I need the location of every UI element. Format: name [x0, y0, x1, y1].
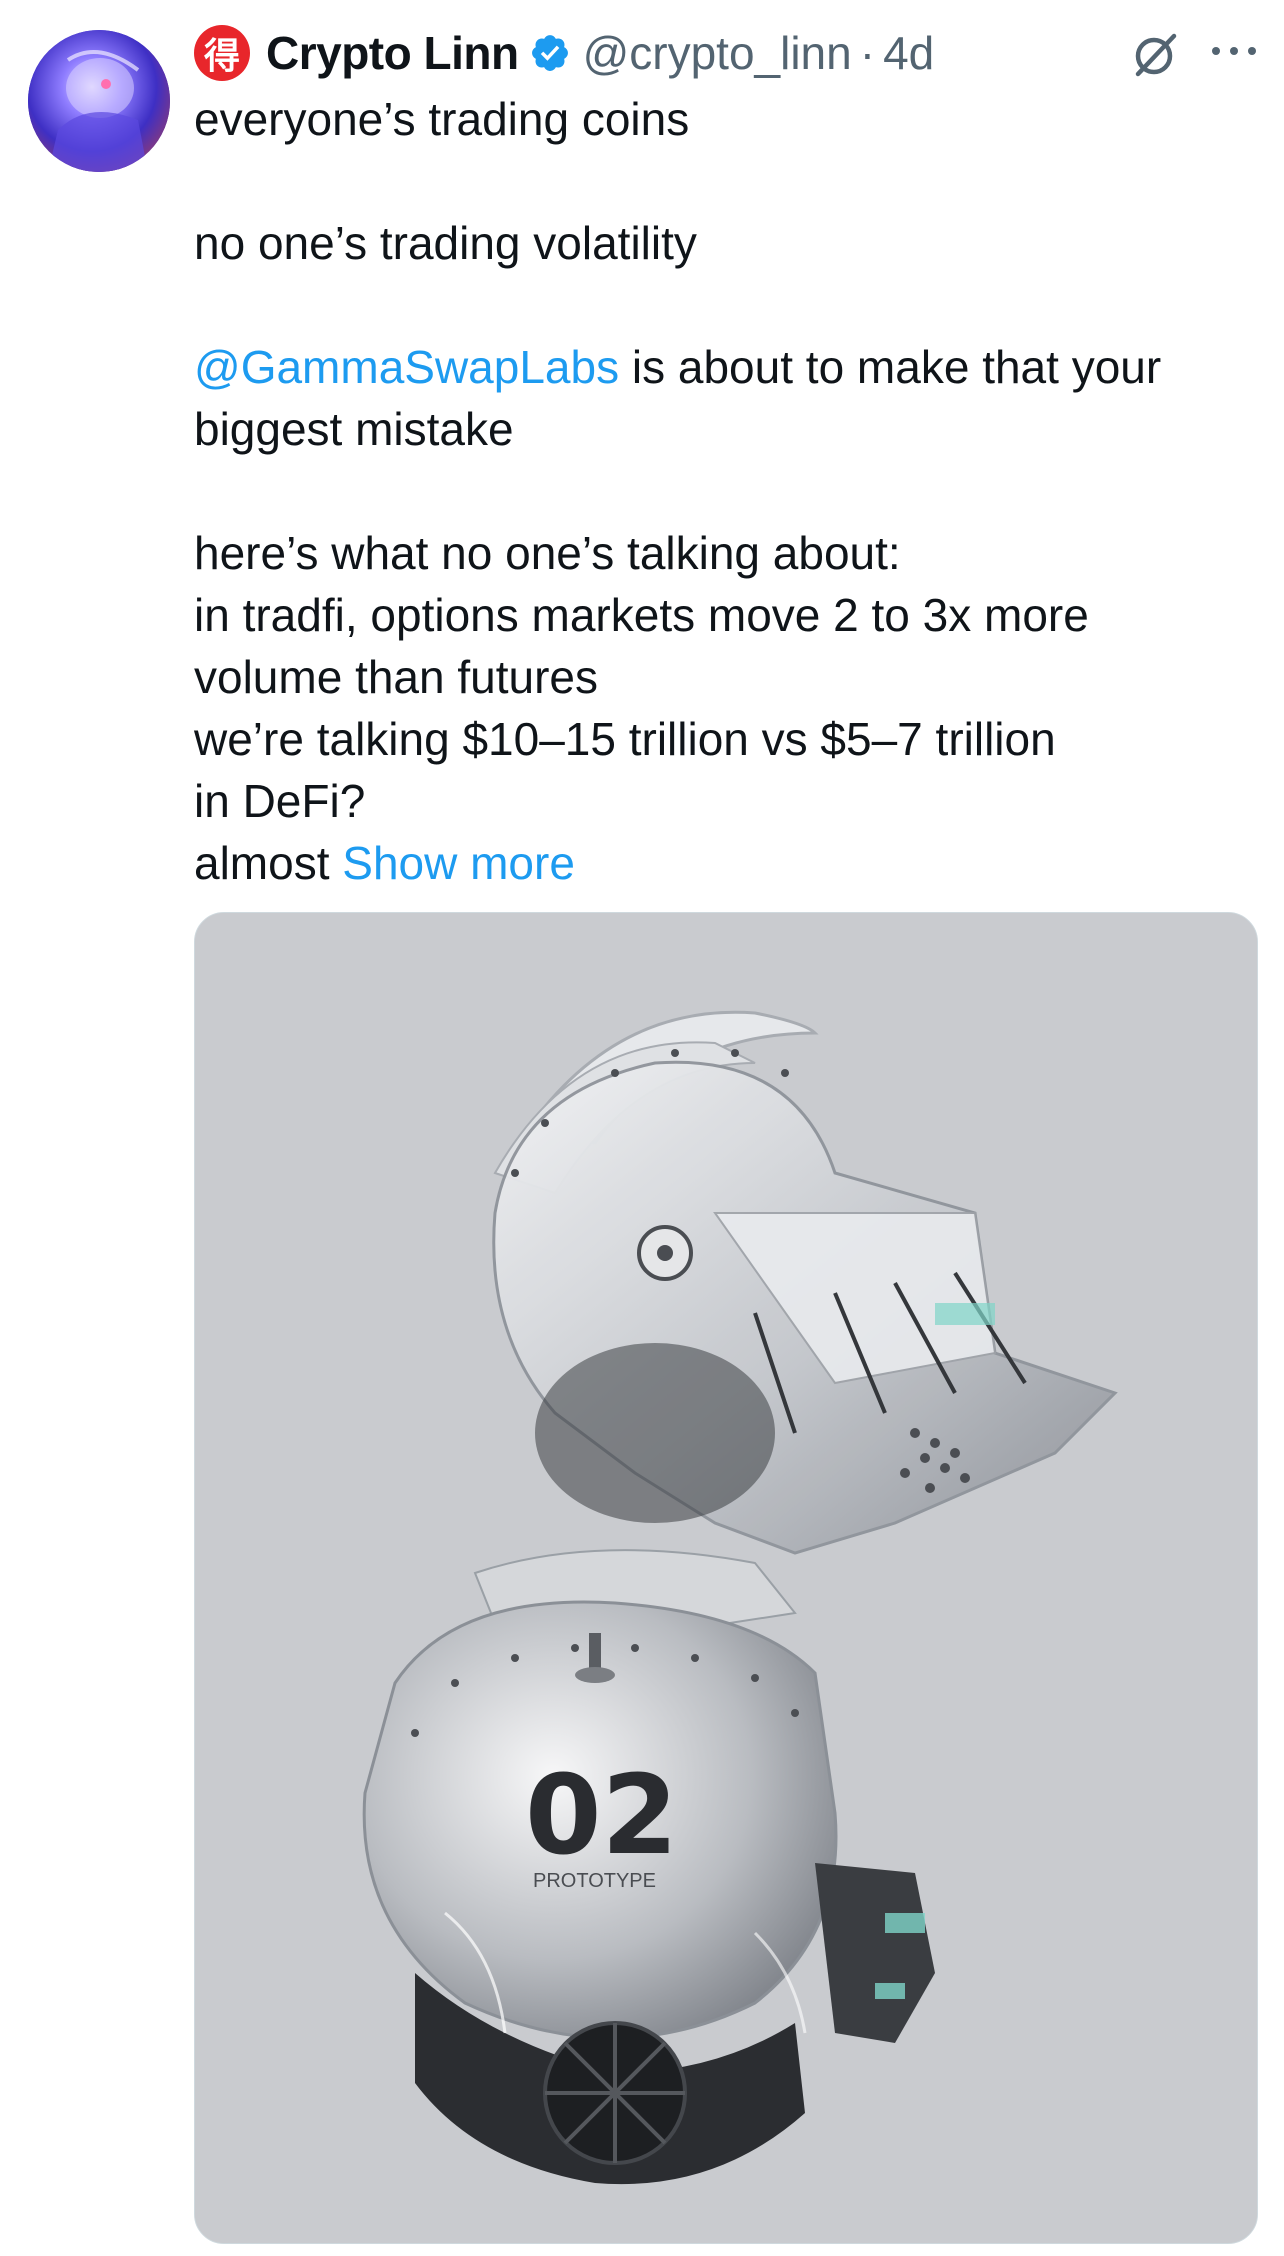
more-icon[interactable] [1208, 36, 1260, 66]
display-name[interactable]: Crypto Linn [266, 26, 519, 80]
text-line: almost Show more [194, 832, 1264, 894]
text-fragment: almost [194, 837, 343, 889]
mention-link[interactable]: @GammaSwapLabs [194, 341, 619, 393]
avatar-image [28, 30, 170, 172]
helmet-number: 02 [525, 1751, 678, 1879]
grok-icon[interactable] [1130, 30, 1180, 80]
text-fragment: is about to make that your [619, 341, 1162, 393]
text-line: in DeFi? [194, 775, 366, 827]
show-more-link[interactable]: Show more [342, 837, 575, 889]
timestamp[interactable]: 4d [883, 26, 934, 80]
text-line: everyone’s trading coins [194, 93, 690, 145]
separator: · [859, 27, 876, 79]
text-line: no one’s trading volatility [194, 217, 697, 269]
handle[interactable]: @crypto_linn [583, 26, 852, 80]
affiliate-badge[interactable]: 得 [194, 25, 250, 81]
text-line: @GammaSwapLabs is about to make that you… [194, 336, 1264, 398]
helmet-illustration: 02 PROTOTYPE [195, 913, 1257, 2243]
text-line: we’re talking $10–15 trillion vs $5–7 tr… [194, 713, 1056, 765]
tweet[interactable]: 得 Crypto Linn @crypto_linn · 4d everyone… [0, 0, 1284, 2256]
helmet-label: PROTOTYPE [533, 1870, 656, 1892]
text-line: in tradfi, options markets move 2 to 3x … [194, 589, 1089, 641]
verified-badge-icon[interactable] [529, 32, 571, 74]
tweet-header: 得 Crypto Linn @crypto_linn · 4d [194, 20, 1264, 86]
tweet-media-image[interactable]: 02 PROTOTYPE [194, 912, 1258, 2244]
text-line: volume than futures [194, 651, 599, 703]
avatar[interactable] [28, 30, 170, 172]
text-line: here’s what no one’s talking about: [194, 527, 901, 579]
tweet-text: everyone’s trading coins no one’s tradin… [194, 88, 1264, 894]
text-line: biggest mistake [194, 403, 514, 455]
